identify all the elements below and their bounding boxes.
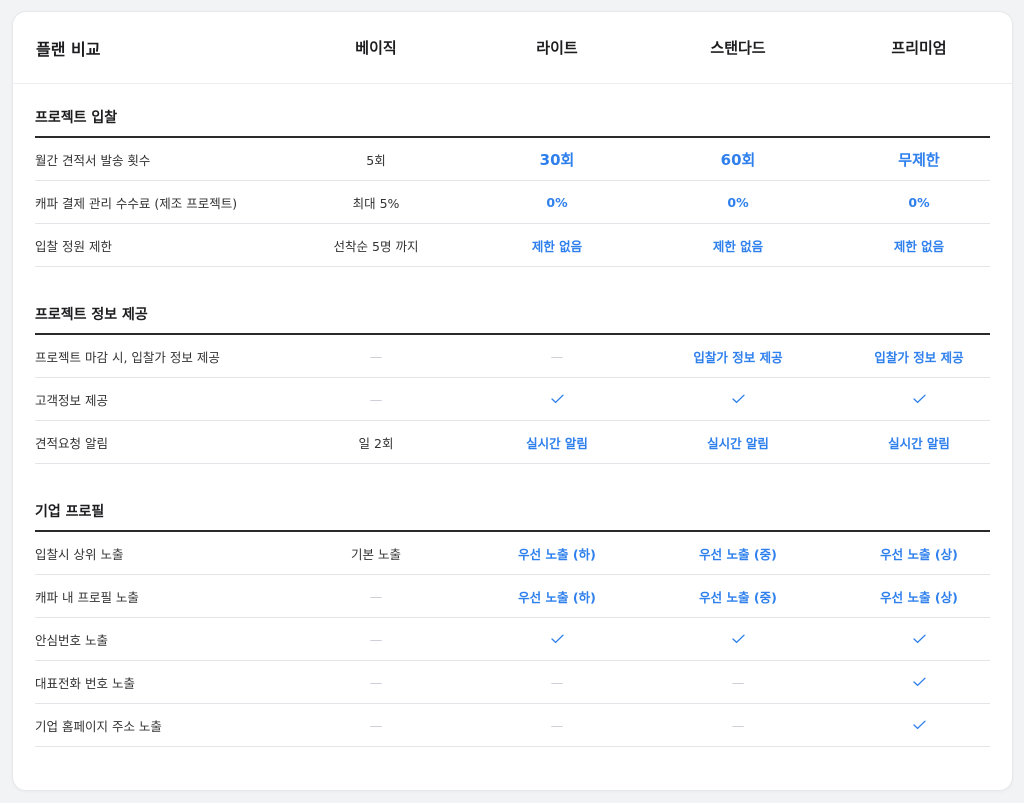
check-icon [839, 378, 999, 420]
cell-basic: 5회 [366, 152, 386, 168]
section-0: 프로젝트 입찰월간 견적서 발송 횟수 5회 30회 60회 무제한캐파 결제 관리 수… [35, 84, 990, 267]
dash-placeholder: — [369, 631, 383, 647]
table-row: 견적요청 알림 일 2회 실시간 알림 실시간 알림 실시간 알림 [35, 421, 990, 464]
cell-standard: 실시간 알림 [707, 435, 769, 451]
dash-placeholder: — [369, 588, 383, 604]
dash-placeholder: — [731, 717, 745, 733]
check-icon [839, 618, 999, 660]
row-label: 캐파 내 프로필 노출 [35, 589, 139, 605]
cell-lite: 우선 노출 (하) [518, 546, 596, 562]
section-1: 프로젝트 정보 제공프로젝트 마감 시, 입찰가 정보 제공 — — 입찰가 정보 제… [35, 281, 990, 464]
cell-lite: 30회 [539, 150, 575, 169]
cell-standard: 60회 [720, 150, 756, 169]
cell-lite: 제한 없음 [531, 238, 583, 254]
row-label: 월간 견적서 발송 횟수 [35, 152, 151, 168]
table-row: 고객정보 제공 — [35, 378, 990, 421]
plan-header-premium: 프리미엄 [891, 39, 947, 57]
table-row: 월간 견적서 발송 횟수 5회 30회 60회 무제한 [35, 138, 990, 181]
cell-standard: 0% [727, 194, 749, 210]
cell-standard: 제한 없음 [712, 238, 764, 254]
check-icon [839, 661, 999, 703]
check-icon [477, 618, 637, 660]
dash-placeholder: — [550, 674, 564, 690]
comparison-header: 플랜 비교 베이직 라이트 스탠다드 프리미엄 [13, 12, 1012, 84]
table-row: 입찰시 상위 노출 기본 노출 우선 노출 (하) 우선 노출 (중) 우선 노출 (상… [35, 532, 990, 575]
dash-placeholder: — [550, 717, 564, 733]
section-title: 프로젝트 정보 제공 [35, 281, 990, 335]
plan-header-lite: 라이트 [536, 39, 578, 57]
cell-lite: 0% [546, 194, 568, 210]
cell-lite: 우선 노출 (하) [518, 589, 596, 605]
table-row: 대표전화 번호 노출 — — — [35, 661, 990, 704]
cell-standard: 우선 노출 (중) [699, 589, 777, 605]
section-title: 기업 프로필 [35, 478, 990, 532]
section-2: 기업 프로필 입찰시 상위 노출 기본 노출 우선 노출 (하) 우선 노출 (중) 우선… [35, 478, 990, 747]
table-row: 프로젝트 마감 시, 입찰가 정보 제공 — — 입찰가 정보 제공 입찰가 정보 제공 [35, 335, 990, 378]
dash-placeholder: — [731, 674, 745, 690]
table-row: 입찰 정원 제한 선착순 5명 까지 제한 없음 제한 없음 제한 없음 [35, 224, 990, 267]
dash-placeholder: — [369, 674, 383, 690]
plan-comparison-card: 플랜 비교 베이직 라이트 스탠다드 프리미엄 프로젝트 입찰 월간 견적서 발송… [12, 11, 1013, 791]
cell-premium: 제한 없음 [893, 238, 945, 254]
cell-lite: 실시간 알림 [526, 435, 588, 451]
plan-header-standard: 스탠다드 [710, 39, 766, 57]
cell-standard: 입찰가 정보 제공 [693, 349, 783, 365]
cell-basic: 최대 5% [352, 195, 400, 211]
cell-basic: 기본 노출 [351, 546, 401, 562]
row-label: 대표전화 번호 노출 [35, 675, 135, 691]
check-icon [658, 618, 818, 660]
comparison-sections: 프로젝트 입찰월간 견적서 발송 횟수 5회 30회 60회 무제한캐파 결제 관리 수… [13, 84, 1012, 747]
cell-premium: 우선 노출 (상) [880, 546, 958, 562]
row-label: 프로젝트 마감 시, 입찰가 정보 제공 [35, 349, 220, 365]
plan-header-basic: 베이직 [355, 39, 397, 57]
row-label: 견적요청 알림 [35, 435, 108, 451]
table-row: 캐파 결제 관리 수수료 (제조 프로젝트) 최대 5% 0% 0% 0% [35, 181, 990, 224]
cell-premium: 0% [908, 194, 930, 210]
cell-basic: 선착순 5명 까지 [333, 238, 419, 254]
dash-placeholder: — [369, 391, 383, 407]
row-label: 입찰시 상위 노출 [35, 546, 124, 562]
dash-placeholder: — [369, 348, 383, 364]
cell-basic: 일 2회 [358, 435, 394, 451]
dash-placeholder: — [369, 717, 383, 733]
row-label: 고객정보 제공 [35, 392, 108, 408]
cell-premium: 입찰가 정보 제공 [874, 349, 964, 365]
cell-premium: 무제한 [898, 150, 940, 169]
table-row: 기업 홈페이지 주소 노출 — — — [35, 704, 990, 747]
check-icon [477, 378, 637, 420]
row-label: 안심번호 노출 [35, 632, 108, 648]
cell-standard: 우선 노출 (중) [699, 546, 777, 562]
row-label: 입찰 정원 제한 [35, 238, 112, 254]
check-icon [839, 704, 999, 746]
check-icon [658, 378, 818, 420]
cell-premium: 우선 노출 (상) [880, 589, 958, 605]
cell-premium: 실시간 알림 [888, 435, 950, 451]
table-row: 캐파 내 프로필 노출 — 우선 노출 (하) 우선 노출 (중) 우선 노출 (상) [35, 575, 990, 618]
section-title: 프로젝트 입찰 [35, 84, 990, 138]
table-row: 안심번호 노출 — [35, 618, 990, 661]
dash-placeholder: — [550, 348, 564, 364]
page-title: 플랜 비교 [36, 39, 101, 59]
row-label: 캐파 결제 관리 수수료 (제조 프로젝트) [35, 195, 238, 211]
row-label: 기업 홈페이지 주소 노출 [35, 718, 162, 734]
